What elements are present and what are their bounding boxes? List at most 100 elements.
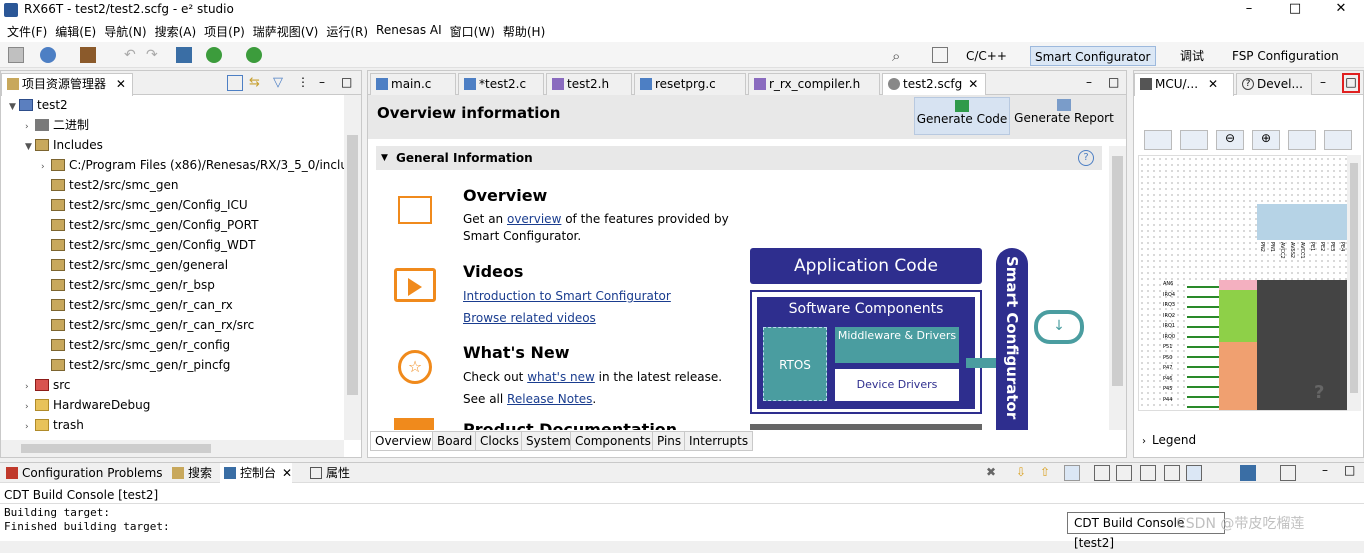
perspective-cpp[interactable]: C/C++ [962,46,1011,66]
arrow-down-icon[interactable]: ⇩ [1016,465,1032,481]
tree-item-hardwaredebug[interactable]: › HardwareDebug [25,395,150,415]
build-config-icon[interactable] [40,47,56,63]
tree-item-include-path[interactable]: test2/src/smc_gen/r_bsp [51,275,215,295]
generate-code-button[interactable]: Generate Code [914,97,1010,135]
back-icon[interactable]: ↶ [124,47,140,63]
menu-search[interactable]: 搜索(A) [154,20,204,42]
tab-main-c[interactable]: main.c [370,73,456,95]
search-icon[interactable]: ⌕ [892,47,908,65]
minimize-view-icon[interactable]: – [1086,75,1102,91]
report-icon[interactable] [1324,130,1352,150]
tree-item-include-path[interactable]: test2/src/smc_gen [51,175,178,195]
close-icon[interactable]: ✕ [1208,77,1218,91]
maximize-button[interactable]: □ [1272,0,1318,20]
tree-item-include-path[interactable]: test2/src/smc_gen/r_can_rx [51,295,233,315]
copy-icon[interactable] [1164,465,1180,481]
maximize-view-icon[interactable]: □ [1108,75,1124,91]
tab-board[interactable]: Board [432,431,478,451]
tab-test2-c[interactable]: *test2.c [458,73,544,95]
link-editor-icon[interactable]: ⇆ [249,75,265,91]
minimize-view-icon[interactable]: – [1322,463,1338,479]
close-icon[interactable]: ✕ [282,466,292,480]
new-console-icon[interactable] [1280,465,1296,481]
menu-edit[interactable]: 编辑(E) [54,20,103,42]
arrow-up-icon[interactable]: ⇧ [1040,465,1056,481]
minimize-button[interactable]: – [1226,0,1272,20]
legend-toggle[interactable]: › Legend [1142,433,1196,447]
tree-item-include-path[interactable]: test2/src/smc_gen/r_config [51,335,230,355]
tree-item-include-path[interactable]: test2/src/smc_gen/r_pincfg [51,355,230,375]
menu-help[interactable]: 帮助(H) [502,20,552,42]
tab-mcu-package[interactable]: MCU/... ✕ [1134,73,1234,96]
editor-scrollbar[interactable] [1109,146,1126,430]
tree-item-include-path[interactable]: test2/src/smc_gen/general [51,255,228,275]
release-notes-link[interactable]: Release Notes [507,392,592,406]
generate-report-button[interactable]: Generate Report [1014,97,1114,135]
tree-item-include-path[interactable]: test2/src/smc_gen/Config_PORT [51,215,258,235]
scroll-lock-icon[interactable] [1094,465,1110,481]
run-icon[interactable] [246,47,262,63]
menu-renesas-ai[interactable]: Renesas AI [375,20,449,42]
menu-window[interactable]: 窗口(W) [449,20,502,42]
tab-test2-h[interactable]: test2.h [546,73,632,95]
menu-project[interactable]: 项目(P) [203,20,252,42]
help-icon[interactable]: ? [1078,150,1094,166]
fit-icon[interactable] [1180,130,1208,150]
tab-test2-scfg[interactable]: test2.scfg ✕ [882,73,986,96]
scroll-thumb[interactable] [347,135,358,395]
browse-videos-link[interactable]: Browse related videos [463,311,596,325]
tab-project-explorer[interactable]: 项目资源管理器 ✕ [1,73,133,96]
save-pins-icon[interactable] [1144,130,1172,150]
open-console-icon[interactable] [1240,465,1256,481]
tree-item-include-path[interactable]: test2/src/smc_gen/r_can_rx/src [51,315,254,335]
close-icon[interactable]: ✕ [116,77,126,91]
close-icon[interactable]: ✕ [968,77,978,91]
tree-item-binaries[interactable]: › 二进制 [25,115,89,135]
close-button[interactable]: ✕ [1318,0,1364,20]
word-wrap-icon[interactable] [1116,465,1132,481]
hammer-icon[interactable] [80,47,96,63]
tab-search[interactable]: 搜索 [168,463,212,483]
forward-icon[interactable]: ↷ [146,47,162,63]
tree-item-include-path[interactable]: test2/src/smc_gen/Config_WDT [51,235,255,255]
tab-resetprg-c[interactable]: resetprg.c [634,73,746,95]
intro-video-link[interactable]: Introduction to Smart Configurator [463,289,671,303]
tab-developer-assistance[interactable]: ? Devel... [1236,73,1312,95]
tab-console[interactable]: 控制台 ✕ [220,463,293,483]
tab-r-rx-compiler-h[interactable]: r_rx_compiler.h [748,73,880,95]
overview-link[interactable]: overview [507,212,561,226]
link-icon[interactable] [1064,465,1080,481]
maximize-view-icon[interactable]: □ [1342,73,1360,93]
tab-clocks[interactable]: Clocks [475,431,524,451]
pin-diagram[interactable]: ? AN6 IRQ4 IRQ3 IRQ2 IRQ1 IRQ0 P51 P50 P47 P46 P45… [1138,155,1348,411]
menu-run[interactable]: 运行(R) [325,20,375,42]
tab-components[interactable]: Components [570,431,656,451]
scroll-thumb[interactable] [1350,163,1358,393]
perspective-debug[interactable]: 调试 [1176,46,1208,66]
mcu-scrollbar[interactable] [1347,155,1361,411]
scroll-thumb[interactable] [21,444,211,453]
tab-overview[interactable]: Overview [370,431,437,451]
minimize-view-icon[interactable]: – [319,75,335,91]
explorer-scrollbar[interactable] [344,95,361,440]
maximize-view-icon[interactable]: □ [1344,463,1360,479]
tree-item-include-path[interactable]: › C:/Program Files (x86)/Renesas/RX/3_5_0… [41,155,348,175]
tree-item-test2[interactable]: ▼ test2 [9,95,68,115]
tab-system[interactable]: System [521,431,576,451]
save-icon[interactable] [8,47,24,63]
terminal-icon[interactable] [176,47,192,63]
menu-navigate[interactable]: 导航(N) [103,20,153,42]
menu-file[interactable]: 文件(F) [6,20,54,42]
perspective-smart-configurator[interactable]: Smart Configurator [1030,46,1156,66]
export-icon[interactable] [1288,130,1316,150]
minimize-view-icon[interactable]: – [1320,75,1336,91]
open-perspective-icon[interactable] [932,47,948,63]
general-information-header[interactable]: ▼ General Information ? [376,146,1102,170]
explorer-hscrollbar[interactable] [1,440,344,457]
perspective-fsp-configuration[interactable]: FSP Configuration [1228,46,1343,66]
tab-interrupts[interactable]: Interrupts [684,431,754,451]
view-menu-icon[interactable]: ⋮ [297,75,313,91]
filter-icon[interactable]: ▽ [273,75,289,91]
zoom-out-icon[interactable]: ⊖ [1216,130,1244,150]
clear-icon[interactable]: ✖ [986,465,1002,481]
